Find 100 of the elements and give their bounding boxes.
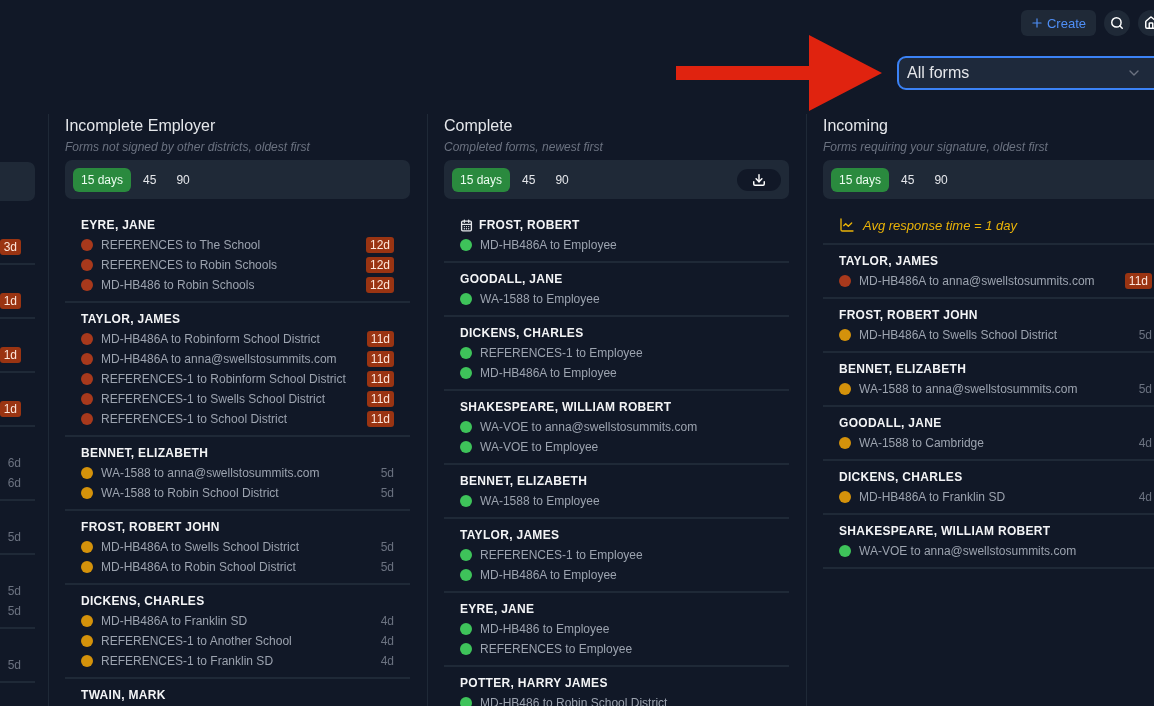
employee-group[interactable]: TAYLOR, JAMES MD-HB486A to anna@swellstosummits.com 11d (823, 245, 1154, 299)
employee-group[interactable]: FROST, ROBERT JOHN MD-HB486A to Swells School District 5d (823, 299, 1154, 353)
age-text: 4d (1138, 489, 1152, 505)
range-tab[interactable]: 90 (926, 167, 956, 192)
form-text: MD-HB486A to anna@swellstosummits.com (101, 352, 337, 366)
search-button[interactable] (1104, 10, 1130, 36)
employee-group[interactable]: GOODALL, JANE WA-1588 to Cambridge 4d (823, 407, 1154, 461)
form-text: REFERENCES-1 to Another School (101, 634, 292, 648)
form-text: MD-HB486A to Robin School District (101, 560, 296, 574)
employee-name: BENNET, ELIZABETH (460, 474, 588, 488)
employee-name: BENNET, ELIZABETH (81, 446, 209, 460)
age-text: 5d (380, 559, 394, 575)
range-tab[interactable]: 45 (135, 167, 165, 192)
age-badge: 11d (366, 351, 394, 367)
plus-icon (1029, 16, 1044, 30)
form-text: REFERENCES to Robin Schools (101, 258, 278, 272)
download-button[interactable] (737, 168, 781, 191)
employee-name: TAYLOR, JAMES (839, 254, 939, 268)
age-text: 5d (380, 539, 394, 555)
age-text: 5d (380, 465, 394, 481)
column-title: Incoming (823, 116, 889, 136)
form-text: MD-HB486A to Employee (480, 238, 617, 252)
age-badge: 12d (365, 237, 394, 253)
form-text: REFERENCES to Employee (480, 642, 633, 656)
create-button[interactable]: Create (1020, 10, 1096, 36)
employee-name: EYRE, JANE (81, 218, 156, 232)
age-text: 4d (380, 653, 394, 669)
age-badge: 11d (366, 391, 394, 407)
employee-name: BENNET, ELIZABETH (839, 362, 967, 376)
form-text: WA-VOE to Employee (480, 440, 599, 454)
employee-group[interactable]: SHAKESPEARE, WILLIAM ROBERT WA-VOE to anna@swellstosummits.com (823, 515, 1154, 569)
employee-group[interactable]: BENNET, ELIZABETH WA-1588 to Employee (444, 465, 789, 519)
employee-group[interactable]: FROST, ROBERT MD-HB486A to Employee (444, 209, 789, 263)
range-tab[interactable]: 15 days (831, 167, 890, 192)
employee-group[interactable]: SHAKESPEARE, WILLIAM ROBERT WA-VOE to anna@swellstosummits.com WA-VOE to Employee (444, 391, 789, 465)
employee-name: TWAIN, MARK (81, 688, 166, 702)
form-text: MD-HB486A to Franklin SD (101, 614, 248, 628)
form-text: REFERENCES-1 to Employee (480, 548, 643, 562)
form-text: WA-1588 to Cambridge (859, 436, 984, 450)
column-subtitle: Completed forms, newest first (444, 139, 604, 155)
form-text: MD-HB486A to Employee (480, 568, 617, 582)
age-badge: 11d (366, 371, 394, 387)
employee-group[interactable]: TAYLOR, JAMES REFERENCES-1 to Employee MD-HB486A to Employee (444, 519, 789, 593)
age-badge: 12d (365, 257, 394, 273)
search-icon (1110, 16, 1124, 30)
form-text: WA-1588 to Employee (480, 292, 600, 306)
range-tab[interactable]: 45 (514, 167, 544, 192)
employee-group[interactable]: DICKENS, CHARLES REFERENCES-1 to Employee MD-HB486A to Employee (444, 317, 789, 391)
employee-name: EYRE, JANE (460, 602, 535, 616)
age-text: 5d (7, 603, 21, 619)
employee-group[interactable]: GOODALL, JANE WA-1588 to Employee (444, 263, 789, 317)
employee-name: GOODALL, JANE (839, 416, 942, 430)
age-text: 6d (7, 455, 21, 471)
form-filter-dropdown[interactable]: All forms (897, 56, 1154, 90)
age-text: 5d (1138, 381, 1152, 397)
employee-name: TAYLOR, JAMES (460, 528, 560, 542)
age-text: 4d (380, 633, 394, 649)
form-text: MD-HB486 to Employee (480, 622, 610, 636)
form-text: MD-HB486A to Employee (480, 366, 617, 380)
employee-name: DICKENS, CHARLES (460, 326, 584, 340)
form-text: MD-HB486 to Robin Schools (101, 278, 255, 292)
employee-name: POTTER, HARRY JAMES (460, 676, 608, 690)
line-chart-icon (839, 217, 855, 233)
range-tab[interactable]: 90 (168, 167, 198, 192)
range-tab[interactable]: 15 days (452, 167, 511, 192)
employee-name: SHAKESPEARE, WILLIAM ROBERT (460, 400, 672, 414)
age-text: 5d (380, 485, 394, 501)
employee-group[interactable]: BENNET, ELIZABETH WA-1588 to anna@swellstosummits.com 5d (823, 353, 1154, 407)
age-text: 4d (380, 613, 394, 629)
age-badge: 1d (0, 293, 21, 309)
employee-group[interactable]: DICKENS, CHARLES MD-HB486A to Franklin SD 4d (823, 461, 1154, 515)
form-text: REFERENCES-1 to Franklin SD (101, 654, 274, 668)
employee-group[interactable]: FROST, ROBERT JOHN MD-HB486A to Swells School District 5d MD-HB486A to Robin School District 5d (65, 511, 410, 585)
employee-name: FROST, ROBERT JOHN (839, 308, 978, 322)
employee-group[interactable]: EYRE, JANE REFERENCES to The School 12d REFERENCES to Robin Schools 12d MD-HB486 to Robin Schools 12d (65, 209, 410, 303)
age-text: 5d (7, 583, 21, 599)
age-badge: 11d (366, 331, 394, 347)
employee-group[interactable]: TWAIN, MARK (65, 679, 410, 706)
age-badge: 1d (0, 401, 21, 417)
range-tab[interactable]: 45 (893, 167, 923, 192)
range-tab[interactable]: 90 (547, 167, 577, 192)
employee-name: DICKENS, CHARLES (81, 594, 205, 608)
home-icon (1144, 16, 1154, 30)
form-text: WA-1588 to Robin School District (101, 486, 279, 500)
employee-group[interactable]: EYRE, JANE MD-HB486 to Employee REFERENCES to Employee (444, 593, 789, 667)
age-text: 5d (7, 529, 21, 545)
employee-group[interactable]: DICKENS, CHARLES MD-HB486A to Franklin SD 4d REFERENCES-1 to Another School 4d REFERENCES-1 to Franklin SD 4d (65, 585, 410, 679)
age-badge: 11d (366, 411, 394, 427)
column-title: Incomplete Employer (65, 116, 217, 136)
form-text: REFERENCES-1 to Employee (480, 346, 643, 360)
employee-group[interactable]: BENNET, ELIZABETH WA-1588 to anna@swellstosummits.com 5d WA-1588 to Robin School District 5d (65, 437, 410, 511)
form-text: REFERENCES-1 to Swells School District (101, 392, 326, 406)
employee-name: FROST, ROBERT (479, 218, 580, 232)
age-text: 4d (1138, 435, 1152, 451)
form-text: MD-HB486A to anna@swellstosummits.com (859, 274, 1095, 288)
employee-name: GOODALL, JANE (460, 272, 563, 286)
range-tab[interactable]: 15 days (73, 167, 132, 192)
age-text: 5d (7, 657, 21, 673)
note-text: Avg response time = 1 day (863, 217, 1018, 233)
form-text: MD-HB486A to Swells School District (859, 328, 1058, 342)
